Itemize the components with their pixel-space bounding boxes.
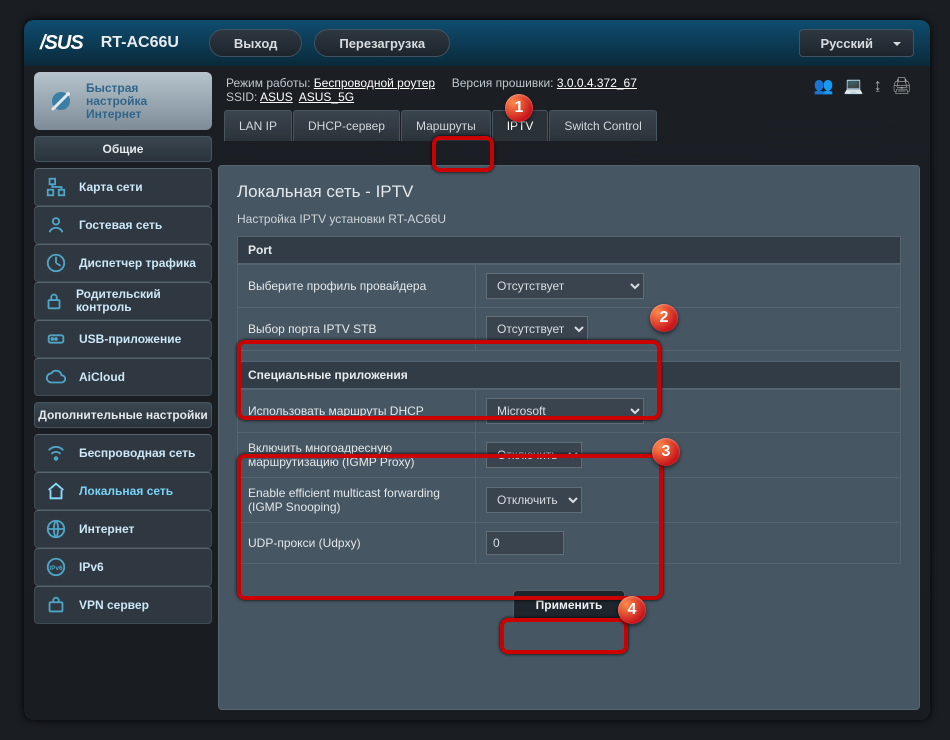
sidebar-item-lock[interactable]: Родительский контроль [34, 282, 212, 320]
sidebar-item-wifi[interactable]: Беспроводная сеть [34, 434, 212, 472]
svg-text:IPv6: IPv6 [49, 565, 63, 572]
network-icon[interactable]: 💻 [844, 76, 864, 96]
main-area: Режим работы: Беспроводной роутер Версия… [218, 72, 920, 710]
row-igmp-proxy: Включить многоадресную маршрутизацию (IG… [238, 433, 901, 478]
udpxy-label: UDP-прокси (Udpxy) [238, 523, 476, 564]
tab-switch-control[interactable]: Switch Control [549, 110, 656, 141]
dhcp-routes-label: Использовать маршруты DHCP [238, 390, 476, 433]
page-desc: Настройка IPTV установки RT-AC66U [237, 212, 901, 226]
sidebar-item-usb[interactable]: USB-приложение [34, 320, 212, 358]
sidebar-item-cloud[interactable]: AiCloud [34, 358, 212, 396]
page-title: Локальная сеть - IPTV [237, 182, 901, 202]
lock-icon [43, 290, 66, 312]
igmp-proxy-select[interactable]: Отключить [486, 442, 582, 468]
isp-profile-select[interactable]: Отсутствует [486, 273, 644, 299]
page-panel: Локальная сеть - IPTV Настройка IPTV уст… [218, 165, 920, 710]
tab-dhcp-сервер[interactable]: DHCP-сервер [293, 110, 400, 141]
row-igmp-snoop: Enable efficient multicast forwarding (I… [238, 478, 901, 523]
fw-value[interactable]: 3.0.0.4.372_67 [557, 76, 637, 90]
lan-icon [43, 480, 69, 502]
sidebar-item-lan[interactable]: Локальная сеть [34, 472, 212, 510]
sidebar-item-label: Карта сети [79, 181, 143, 194]
wifi-icon [43, 442, 69, 464]
sidebar-item-label: Беспроводная сеть [79, 447, 195, 460]
fw-label: Версия прошивки: [452, 76, 554, 90]
sidebar-item-label: Диспетчер трафика [79, 257, 196, 270]
cloud-icon [43, 366, 69, 388]
lan-tabs: LAN IPDHCP-серверМаршрутыIPTVSwitch Cont… [224, 110, 920, 141]
section-general: Общие [34, 136, 212, 162]
ipv6-icon: IPv6 [43, 556, 69, 578]
special-header: Специальные приложения [237, 361, 901, 389]
igmp-proxy-label: Включить многоадресную маршрутизацию (IG… [238, 433, 476, 478]
port-header: Port [237, 236, 901, 264]
udpxy-input[interactable] [486, 531, 564, 555]
top-bar: /SUS RT-AC66U Выход Перезагрузка Русский [24, 20, 930, 66]
qis-label: Быстрая настройка Интернет [86, 82, 202, 121]
row-isp-profile: Выберите профиль провайдера Отсутствует [238, 265, 901, 308]
language-selector[interactable]: Русский [799, 29, 914, 57]
sidebar-item-ipv6[interactable]: IPv6 IPv6 [34, 548, 212, 586]
tab-lan-ip[interactable]: LAN IP [224, 110, 292, 141]
section-advanced: Дополнительные настройки [34, 402, 212, 428]
stb-port-select[interactable]: Отсутствует [486, 316, 588, 342]
map-icon [43, 176, 69, 198]
sidebar: Быстрая настройка Интернет Общие Карта с… [34, 72, 212, 710]
op-mode-value[interactable]: Беспроводной роутер [314, 76, 435, 90]
sidebar-item-label: Родительский контроль [76, 288, 203, 314]
usb-icon[interactable]: ↨ [874, 77, 882, 95]
model-name: RT-AC66U [101, 34, 179, 52]
igmp-snoop-select[interactable]: Отключить [486, 487, 582, 513]
sidebar-item-vpn[interactable]: VPN сервер [34, 586, 212, 624]
brand-logo: /SUS [40, 32, 83, 55]
sidebar-item-label: IPv6 [79, 561, 104, 574]
sidebar-item-label: AiCloud [79, 371, 125, 384]
stb-port-label: Выбор порта IPTV STB [238, 308, 476, 351]
reboot-button[interactable]: Перезагрузка [314, 29, 450, 57]
sidebar-item-globe[interactable]: Интернет [34, 510, 212, 548]
apply-button[interactable]: Применить [513, 590, 626, 620]
wand-icon [44, 84, 78, 118]
guest-icon [43, 214, 69, 236]
sidebar-item-label: VPN сервер [79, 599, 149, 612]
tab-маршруты[interactable]: Маршруты [401, 110, 491, 141]
quick-internet-setup-button[interactable]: Быстрая настройка Интернет [34, 72, 212, 130]
usb-icon [43, 328, 69, 350]
op-mode-label: Режим работы: [226, 76, 310, 90]
printer-icon[interactable]: 🖨 [892, 76, 912, 96]
sidebar-item-guest[interactable]: Гостевая сеть [34, 206, 212, 244]
dhcp-routes-select[interactable]: Microsoft [486, 398, 644, 424]
sidebar-item-label: Гостевая сеть [79, 219, 162, 232]
client-icon[interactable]: 👥 [814, 76, 834, 96]
status-icons: 👥 💻 ↨ 🖨 [814, 76, 912, 96]
sidebar-item-map[interactable]: Карта сети [34, 168, 212, 206]
igmp-snoop-label: Enable efficient multicast forwarding (I… [238, 478, 476, 523]
row-dhcp-routes: Использовать маршруты DHCP Microsoft [238, 390, 901, 433]
globe-icon [43, 518, 69, 540]
traffic-icon [43, 252, 69, 274]
ssid1-value: ASUS [260, 90, 293, 104]
ssid2-value: ASUS_5G [299, 90, 354, 104]
row-udpxy: UDP-прокси (Udpxy) [238, 523, 901, 564]
tab-iptv[interactable]: IPTV [492, 110, 549, 141]
vpn-icon [43, 594, 69, 616]
ssid-label: SSID: [226, 90, 257, 104]
row-stb-port: Выбор порта IPTV STB Отсутствует [238, 308, 901, 351]
sidebar-item-label: USB-приложение [79, 333, 181, 346]
isp-profile-label: Выберите профиль провайдера [238, 265, 476, 308]
sidebar-item-label: Локальная сеть [79, 485, 173, 498]
sidebar-item-traffic[interactable]: Диспетчер трафика [34, 244, 212, 282]
status-bar: Режим работы: Беспроводной роутер Версия… [218, 72, 920, 110]
sidebar-item-label: Интернет [79, 523, 134, 536]
logout-button[interactable]: Выход [209, 29, 302, 57]
